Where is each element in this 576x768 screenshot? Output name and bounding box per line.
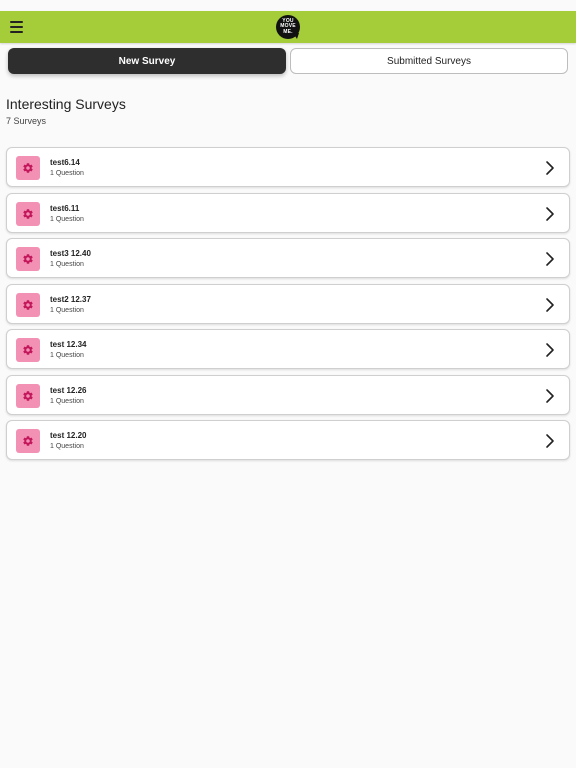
survey-title: test3 12.40 xyxy=(50,249,91,258)
survey-card[interactable]: test2 12.37 1 Question xyxy=(6,283,570,324)
chevron-right-icon[interactable] xyxy=(543,206,557,222)
survey-title: test 12.34 xyxy=(50,340,87,349)
survey-question-count: 1 Question xyxy=(50,306,84,314)
survey-title: test6.11 xyxy=(50,203,80,213)
survey-question-count: 1 Question xyxy=(50,443,84,450)
chevron-right-icon[interactable] xyxy=(543,388,557,404)
survey-card[interactable]: test3 12.40 1 Question xyxy=(6,238,570,278)
survey-title: test6.14 xyxy=(50,158,80,167)
hamburger-menu-icon[interactable] xyxy=(6,17,26,37)
survey-card[interactable]: test6.11 1 Question xyxy=(6,192,570,233)
gear-icon xyxy=(16,292,40,317)
gear-icon xyxy=(16,156,40,180)
survey-title: test 12.20 xyxy=(50,431,87,440)
section-title: Interesting Surveys xyxy=(6,96,126,112)
chevron-right-icon[interactable] xyxy=(543,433,557,449)
survey-question-count: 1 Question xyxy=(50,215,84,223)
status-bar xyxy=(0,0,576,11)
survey-list: test6.14 1 Question test6.11 1 Question … xyxy=(6,147,570,466)
survey-card[interactable]: test 12.26 1 Question xyxy=(6,374,570,415)
survey-title: test 12.26 xyxy=(50,385,87,395)
chevron-right-icon[interactable] xyxy=(543,297,557,313)
top-app-bar: YOU MOVE ME. xyxy=(0,11,576,43)
survey-question-count: 1 Question xyxy=(50,261,84,268)
survey-card[interactable]: test 12.20 1 Question xyxy=(6,420,570,460)
chevron-right-icon[interactable] xyxy=(543,251,557,267)
chevron-right-icon[interactable] xyxy=(543,160,557,176)
logo-speech-tail xyxy=(293,33,299,39)
chevron-right-icon[interactable] xyxy=(543,342,557,358)
gear-icon xyxy=(16,247,40,271)
survey-count: 7 Surveys xyxy=(6,116,47,126)
submitted-surveys-tab[interactable]: Submitted Surveys xyxy=(290,48,568,74)
new-survey-tab-label: New Survey xyxy=(118,55,176,67)
survey-card[interactable]: test 12.34 1 Question xyxy=(6,329,570,369)
gear-icon xyxy=(16,429,40,453)
gear-icon xyxy=(16,383,40,408)
new-survey-tab[interactable]: New Survey xyxy=(8,48,286,74)
survey-question-count: 1 Question xyxy=(50,352,84,359)
survey-card[interactable]: test6.14 1 Question xyxy=(6,147,570,187)
survey-question-count: 1 Question xyxy=(50,397,84,405)
submitted-surveys-tab-label: Submitted Surveys xyxy=(387,55,471,67)
gear-icon xyxy=(16,338,40,362)
gear-icon xyxy=(16,201,40,226)
survey-question-count: 1 Question xyxy=(50,170,84,177)
survey-title: test2 12.37 xyxy=(50,294,91,304)
